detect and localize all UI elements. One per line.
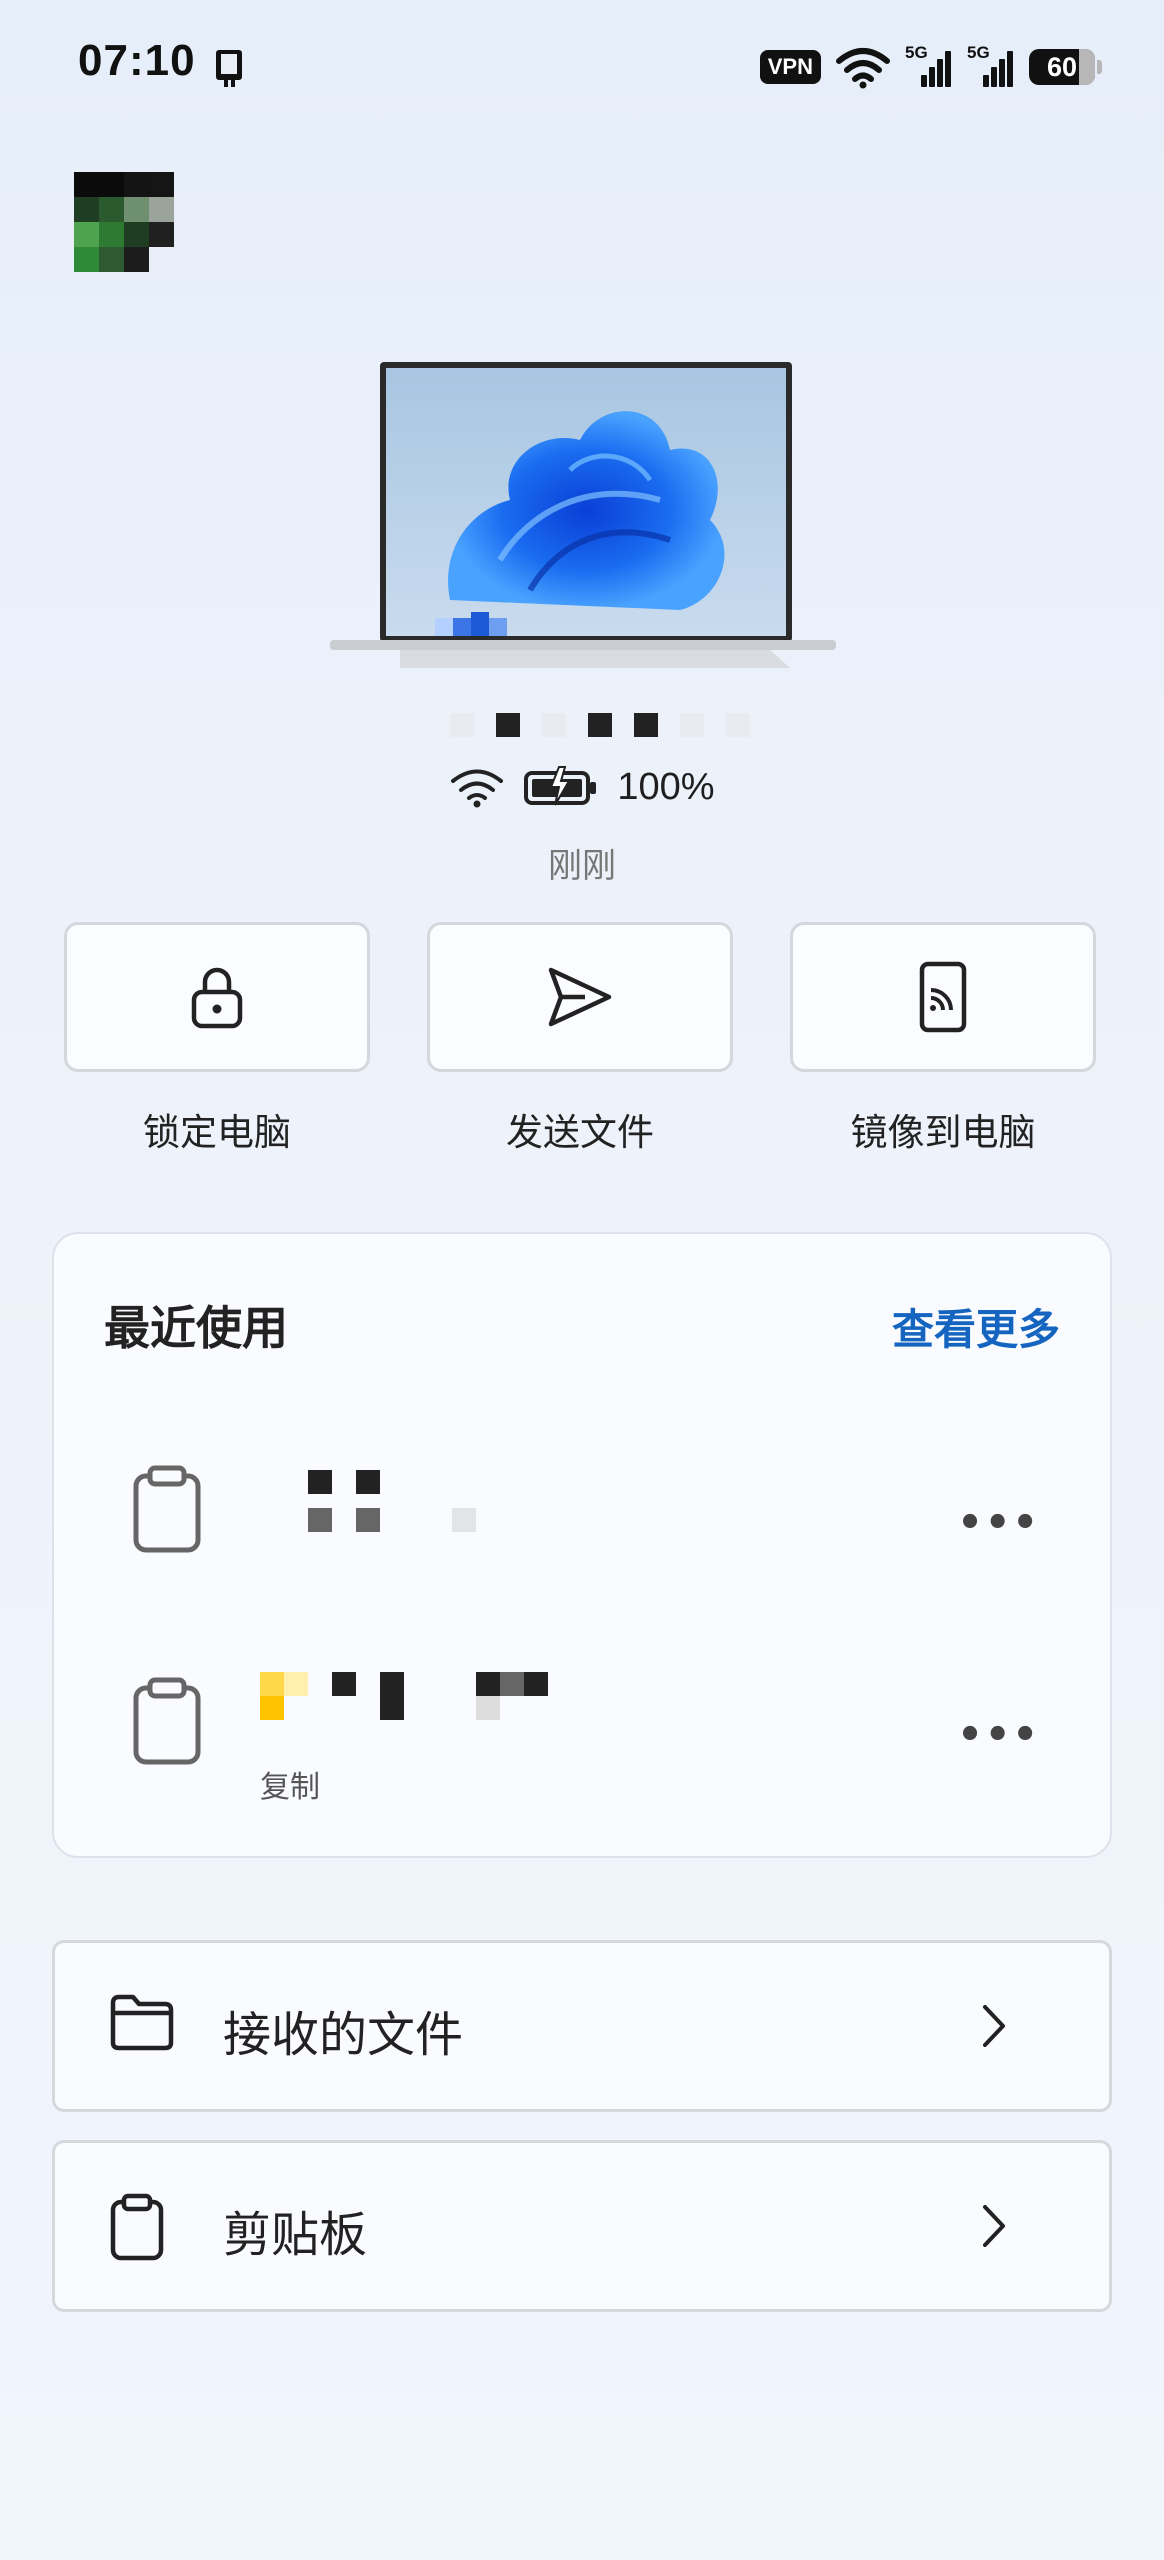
recent-title: 最近使用 xyxy=(104,1301,288,1355)
recent-item-more-button[interactable]: ••• xyxy=(957,1712,1040,1758)
battery-tip xyxy=(1097,60,1102,74)
recent-item[interactable]: 复制 ••• xyxy=(100,1652,1060,1805)
wifi-icon xyxy=(451,769,504,808)
mirror-to-pc-label: 镜像到电脑 xyxy=(850,1111,1036,1154)
clipboard-icon xyxy=(133,1465,201,1553)
send-file-button[interactable] xyxy=(427,922,733,1072)
vpn-badge: VPN xyxy=(759,50,821,84)
phone-link-notification-icon xyxy=(216,50,242,87)
recent-item[interactable]: ••• xyxy=(100,1440,1060,1590)
last-seen-text: 刚刚 xyxy=(548,846,616,886)
status-icons: VPN 5G 5G 60 xyxy=(759,42,1102,92)
send-file-label: 发送文件 xyxy=(506,1111,654,1154)
lock-icon xyxy=(191,967,243,1029)
see-more-link[interactable]: 查看更多 xyxy=(892,1296,1060,1357)
status-time: 07:10 xyxy=(78,36,196,85)
mirror-to-pc-button[interactable] xyxy=(790,922,1096,1072)
signal-sim2-icon: 5G xyxy=(967,43,1015,89)
clipboard-label: 剪贴板 xyxy=(223,2207,368,2263)
cast-icon xyxy=(919,961,967,1033)
device-status: 100% xyxy=(0,765,1164,809)
clipboard-icon xyxy=(110,2193,164,2261)
device-battery-percent: 100% xyxy=(617,765,715,808)
send-icon xyxy=(548,967,612,1027)
clipboard-icon xyxy=(133,1677,201,1765)
received-files-row[interactable]: 接收的文件 xyxy=(52,1940,1112,2112)
wifi-icon xyxy=(836,48,890,89)
recent-item-more-button[interactable]: ••• xyxy=(957,1500,1040,1546)
status-bar: 07:10 VPN 5G 5G 60 xyxy=(0,0,1164,130)
battery-level: 60 xyxy=(1046,52,1078,82)
recent-item-subtitle: 复制 xyxy=(260,1770,320,1805)
signal-sim1-icon: 5G xyxy=(905,43,953,89)
laptop-illustration xyxy=(330,362,836,668)
battery-charging-icon xyxy=(524,766,597,806)
recent-item-content-redacted xyxy=(260,1460,476,1556)
lock-pc-button[interactable] xyxy=(64,922,370,1072)
battery-indicator: 60 xyxy=(1029,49,1095,85)
lock-pc-label: 锁定电脑 xyxy=(143,1111,291,1154)
chevron-right-icon xyxy=(983,2005,1005,2047)
device-name xyxy=(450,700,870,750)
sim1-network-tag: 5G xyxy=(905,43,928,62)
clipboard-row[interactable]: 剪贴板 xyxy=(52,2140,1112,2312)
avatar[interactable] xyxy=(74,172,174,272)
chevron-right-icon xyxy=(983,2205,1005,2247)
recent-item-content-redacted xyxy=(260,1672,548,1720)
folder-icon xyxy=(110,1994,174,2051)
received-files-label: 接收的文件 xyxy=(223,2007,464,2063)
sim2-network-tag: 5G xyxy=(967,43,990,62)
